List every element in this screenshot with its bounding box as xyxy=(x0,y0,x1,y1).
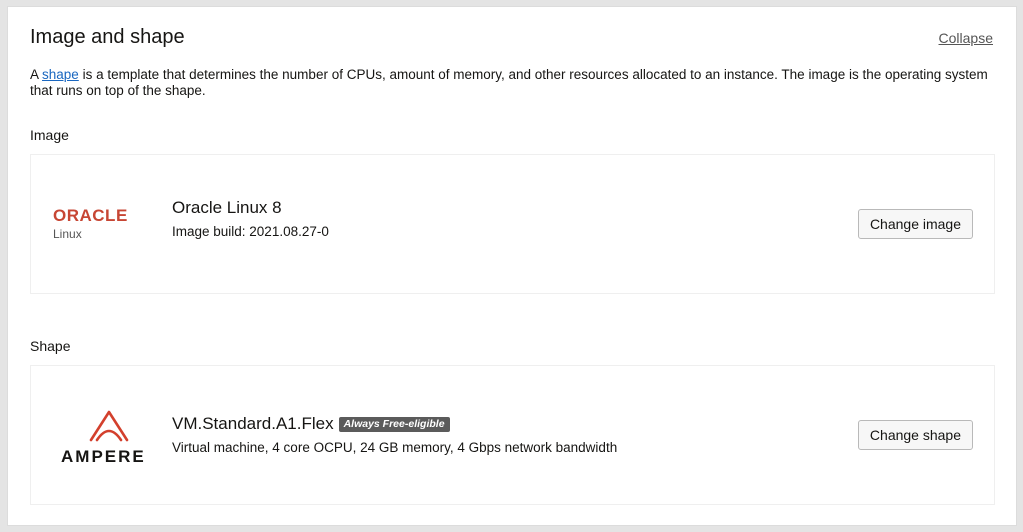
shape-card: AMPERE VM.Standard.A1.Flex Always Free-el… xyxy=(30,365,995,505)
shape-name-row: VM.Standard.A1.Flex Always Free-eligible xyxy=(172,414,450,434)
image-and-shape-panel: Image and shape Collapse A shape is a te… xyxy=(7,6,1017,526)
free-eligible-badge: Always Free-eligible xyxy=(338,417,450,432)
description-prefix: A xyxy=(30,67,43,82)
shape-details: Virtual machine, 4 core OCPU, 24 GB memo… xyxy=(172,440,618,455)
collapse-link[interactable]: Collapse xyxy=(939,30,993,46)
image-name: Oracle Linux 8 xyxy=(172,198,282,217)
ampere-logo-arc xyxy=(95,429,123,442)
image-build: Image build: 2021.08.27-0 xyxy=(172,224,329,239)
ampere-logo-text: AMPERE xyxy=(61,447,146,466)
linux-logo-text: Linux xyxy=(53,227,82,241)
shape-label: Shape xyxy=(30,338,71,354)
section-description: A shape is a template that determines th… xyxy=(30,67,1000,99)
oracle-linux-logo: ORACLE Linux xyxy=(53,206,149,248)
change-image-button[interactable]: Change image xyxy=(857,209,973,239)
shape-name: VM.Standard.A1.Flex xyxy=(172,414,334,433)
oracle-logo-text: ORACLE xyxy=(53,207,128,225)
shape-link[interactable]: shape xyxy=(42,67,79,82)
ampere-logo: AMPERE xyxy=(61,408,165,471)
image-label: Image xyxy=(30,127,69,143)
change-shape-button[interactable]: Change shape xyxy=(857,420,973,450)
ampere-logo-mark xyxy=(89,410,129,442)
image-card: ORACLE Linux Oracle Linux 8 Image build:… xyxy=(30,154,995,294)
section-title: Image and shape xyxy=(30,26,185,48)
description-rest: is a template that determines the number… xyxy=(30,67,988,98)
